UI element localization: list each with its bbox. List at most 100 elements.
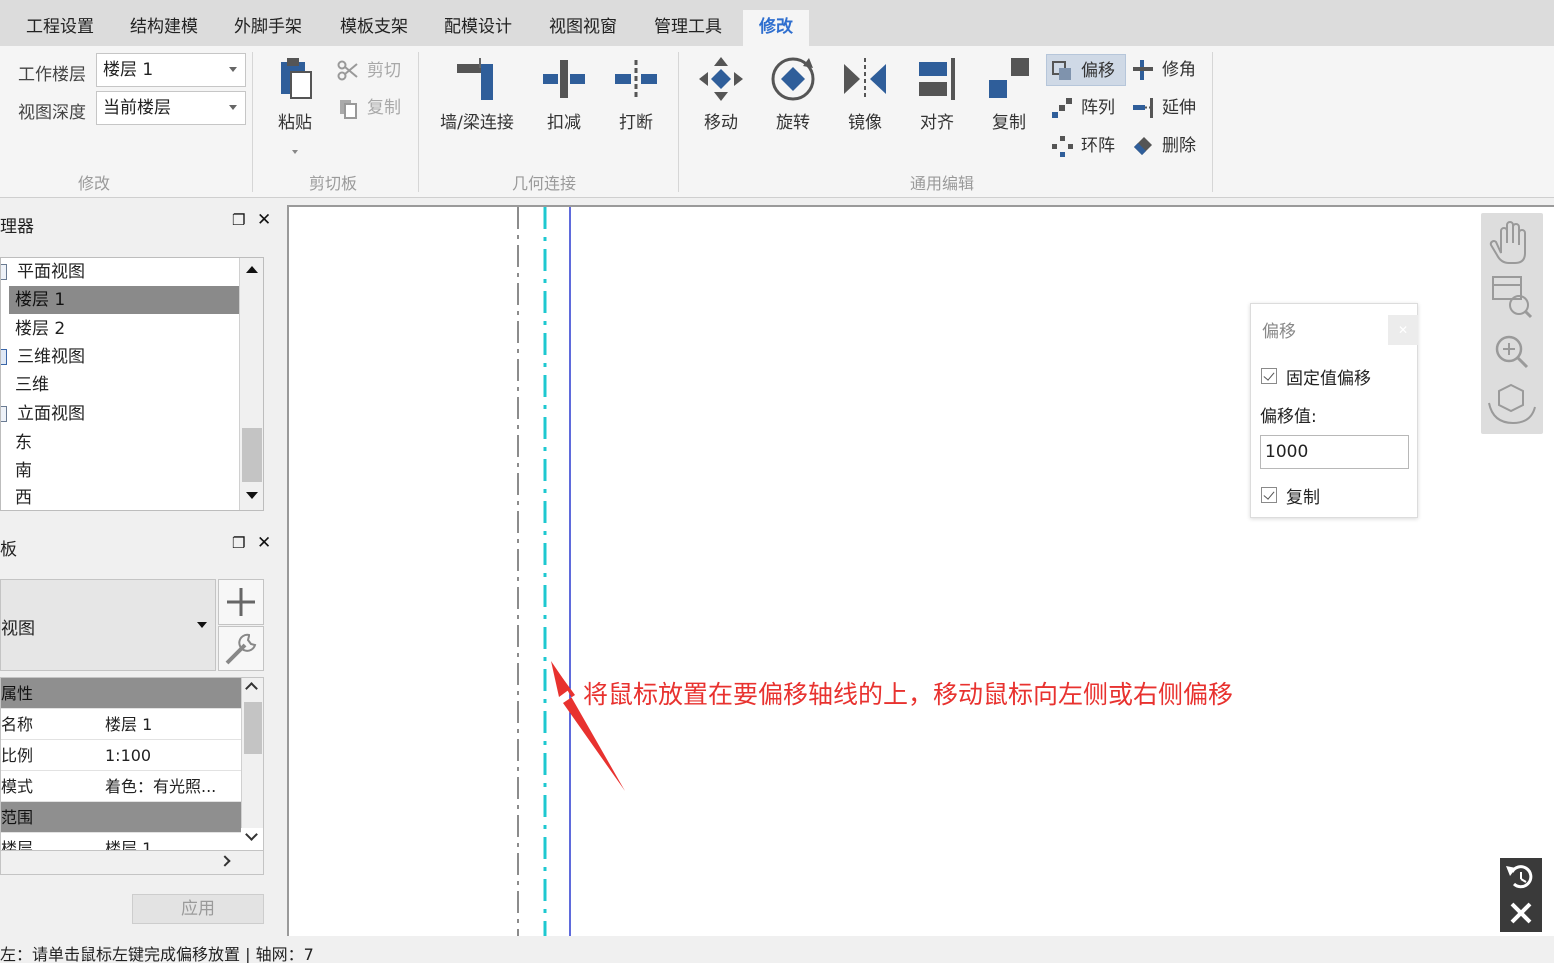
annotation-arrowhead [551,661,570,697]
type-selector[interactable]: 视图 [0,579,216,671]
tree-category-plan-views[interactable]: 平面视图 [1,258,239,286]
copy-button[interactable]: 复制 [333,92,401,124]
tree-item-floor-2[interactable]: 楼层 2 [9,315,239,343]
close-icon[interactable]: ✕ [257,210,271,230]
align-button[interactable]: 对齐 [909,46,965,156]
work-floor-select[interactable]: 楼层 1 [96,53,246,87]
close-icon[interactable]: ✕ [257,533,271,553]
scroll-down-icon[interactable] [246,492,258,499]
array-button[interactable]: 阵列 [1047,92,1115,124]
undo-view-icon[interactable] [1506,865,1533,889]
copy-checkbox[interactable] [1261,487,1277,503]
tab-project-settings[interactable]: 工程设置 [14,12,106,46]
close-view-icon[interactable] [1510,902,1532,924]
offset-label: 偏移 [1081,61,1115,81]
chevron-down-icon [229,105,237,110]
copy-icon [340,100,357,119]
tree-item-east[interactable]: 东 [9,429,239,457]
chevron-right-icon[interactable] [219,855,231,867]
scroll-thumb[interactable] [242,428,262,482]
tree-scrollbar[interactable] [239,258,263,510]
tree-category-elevation-views[interactable]: 立面视图 [1,400,239,428]
extend-icon [1133,98,1153,118]
prop-row-scale[interactable]: 比例 1:100 [1,740,241,771]
delete-button[interactable]: 删除 [1128,130,1196,162]
offset-button[interactable]: 偏移 [1046,54,1126,86]
rotate-button[interactable]: 旋转 [765,46,821,156]
prop-row-name[interactable]: 名称 楼层 1 [1,709,241,740]
status-text: 左：请单击鼠标左键完成偏移放置 | 轴网：7 [0,945,314,963]
zoom-window-icon[interactable] [1492,276,1533,319]
tree-category-3d-views[interactable]: 三维视图 [1,343,239,371]
tab-formwork-support[interactable]: 模板支架 [328,12,420,46]
cut-button[interactable]: 剪切 [333,55,401,87]
ring-array-button[interactable]: 环阵 [1047,130,1115,162]
prop-key: 比例 [1,746,34,765]
extend-label: 延伸 [1162,98,1196,118]
tab-external-scaffold[interactable]: 外脚手架 [222,12,314,46]
tab-view-window[interactable]: 视图视窗 [537,12,629,46]
dialog-close-button[interactable]: ✕ [1388,315,1418,345]
align-label: 对齐 [920,113,954,133]
mirror-label: 镜像 [848,113,882,133]
move-button[interactable]: 移动 [693,46,749,156]
chevron-down-icon[interactable] [245,828,258,841]
prop-row-mode[interactable]: 模式 着色：有光照... [1,771,241,802]
tree-item-3d[interactable]: 三维 [9,371,239,399]
chevron-up-icon[interactable] [245,682,258,695]
view-folder-icon [1,349,7,365]
wall-beam-join-button[interactable]: 墙/梁连接 [432,46,522,156]
offset-value-input[interactable]: 1000 [1260,435,1409,469]
tree-item-south[interactable]: 南 [9,457,239,485]
break-label: 打断 [619,113,653,133]
pan-icon[interactable] [1489,221,1526,264]
prop-value: 楼层 1 [105,715,153,734]
properties-scrollbar[interactable] [241,678,263,841]
fixed-offset-checkbox[interactable] [1261,368,1277,384]
wrench-icon [225,633,257,665]
array-label: 阵列 [1081,98,1115,118]
duplicate-button[interactable]: 复制 [981,46,1037,156]
horizontal-scrollbar[interactable] [0,851,264,875]
extend-button[interactable]: 延伸 [1128,92,1196,124]
apply-button[interactable]: 应用 [132,894,264,924]
mirror-button[interactable]: 镜像 [837,46,893,156]
ring-array-label: 环阵 [1081,136,1115,156]
prop-row-floor[interactable]: 楼层 楼层 1 [1,833,241,850]
prop-key: 名称 [1,715,34,734]
view-depth-select[interactable]: 当前楼层 [96,91,246,125]
deduct-button[interactable]: 扣减 [536,46,592,156]
scroll-up-icon[interactable] [246,266,258,273]
wall-beam-join-label: 墙/梁连接 [440,113,514,133]
fixed-offset-label: 固定值偏移 [1286,369,1371,389]
break-button[interactable]: 打断 [608,46,664,156]
orbit-icon[interactable] [1488,383,1536,425]
float-icon[interactable]: ❐ [232,211,245,229]
add-type-button[interactable] [218,579,264,625]
zoom-icon[interactable] [1495,335,1529,369]
type-selector-value: 视图 [1,619,35,639]
rotate-icon [771,57,815,101]
prop-value: 1:100 [105,746,152,765]
navigation-bar [1481,213,1543,434]
view-folder-icon [1,406,7,422]
separator [1212,52,1213,192]
edit-type-button[interactable] [218,626,264,671]
deduct-label: 扣减 [547,113,581,133]
scroll-thumb[interactable] [244,702,262,754]
offset-dialog: 偏移 ✕ 固定值偏移 偏移值: 1000 复制 [1250,303,1418,518]
properties-panel: 板 ❐ ✕ 视图 属性 名称 楼层 1 比例 1:100 模式 着色：有光照..… [0,527,280,935]
group-label-modify: 修改 [78,174,111,193]
tab-management-tools[interactable]: 管理工具 [642,12,734,46]
deduct-icon [543,60,585,98]
tree-item-floor-1[interactable]: 楼层 1 [9,286,239,314]
tab-structure-modeling[interactable]: 结构建模 [118,12,210,46]
float-icon[interactable]: ❐ [232,534,245,552]
tab-formwork-design[interactable]: 配模设计 [432,12,524,46]
trim-button[interactable]: 修角 [1128,54,1196,86]
paste-button[interactable]: 粘贴 [266,46,324,156]
duplicate-icon [989,58,1029,98]
tree-item-west[interactable]: 西 [9,484,239,510]
tab-modify[interactable]: 修改 [743,10,809,46]
paste-label: 粘贴 [278,113,312,133]
